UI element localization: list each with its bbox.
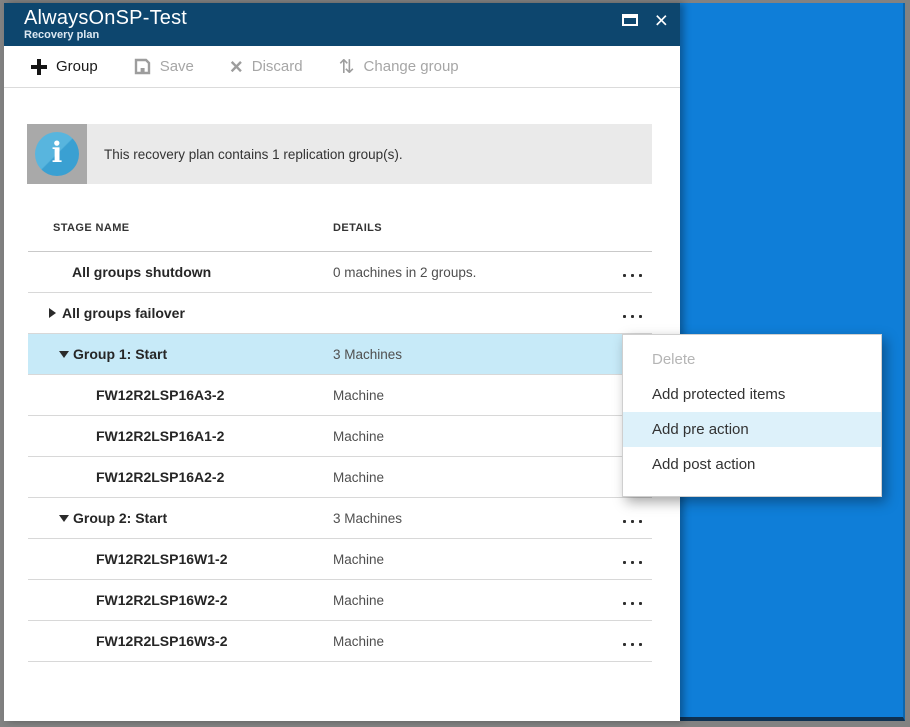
save-button-label: Save xyxy=(159,58,194,75)
menu-item-add-pre-action[interactable]: Add pre action xyxy=(623,412,881,447)
table-row-all-groups-failover[interactable]: All groups failover xyxy=(28,293,652,334)
group-button-label: Group xyxy=(56,58,98,75)
stage-name: All groups failover xyxy=(62,305,185,321)
blade-title-bar: AlwaysOnSP-Test Recovery plan × xyxy=(4,3,680,46)
info-banner-icon-box: i xyxy=(27,124,87,184)
table-row-machine[interactable]: FW12R2LSP16W1-2 Machine xyxy=(28,539,652,580)
machine-details: Machine xyxy=(333,470,385,485)
change-group-button[interactable]: ⇅ Change group xyxy=(338,55,459,78)
ellipsis-icon[interactable] xyxy=(621,598,644,609)
maximize-icon[interactable] xyxy=(621,14,638,26)
table-row-machine[interactable]: FW12R2LSP16A1-2 Machine xyxy=(28,416,652,457)
save-button[interactable]: Save xyxy=(134,58,194,75)
ellipsis-icon[interactable] xyxy=(621,557,644,568)
expander-expanded-icon[interactable] xyxy=(59,515,69,522)
machine-details: Machine xyxy=(333,388,385,403)
table-header-row: STAGE NAME DETAILS xyxy=(28,204,652,252)
ellipsis-icon[interactable] xyxy=(621,639,644,650)
save-icon xyxy=(134,58,150,75)
recovery-plan-screen: { "window": { "title": "AlwaysOnSP-Test"… xyxy=(0,0,910,727)
table-row-machine[interactable]: FW12R2LSP16W3-2 Machine xyxy=(28,621,652,662)
machine-details: Machine xyxy=(333,634,385,649)
ellipsis-icon[interactable] xyxy=(621,516,644,527)
discard-button-label: Discard xyxy=(251,58,303,75)
discard-icon: × xyxy=(229,53,243,79)
info-banner-message: This recovery plan contains 1 replicatio… xyxy=(87,124,652,184)
close-icon[interactable]: × xyxy=(655,9,668,32)
table-row-group-1-start[interactable]: Group 1: Start 3 Machines xyxy=(28,334,652,375)
stage-table: STAGE NAME DETAILS All groups shutdown 0… xyxy=(28,204,652,662)
change-group-icon: ⇅ xyxy=(338,55,355,78)
machine-details: Machine xyxy=(333,552,385,567)
stage-name: Group 1: Start xyxy=(73,346,168,362)
info-icon: i xyxy=(35,132,79,176)
row-context-menu: Delete Add protected items Add pre actio… xyxy=(622,334,882,497)
column-header-details: DETAILS xyxy=(333,222,383,234)
machine-name: FW12R2LSP16A3-2 xyxy=(96,387,225,403)
table-row-all-groups-shutdown[interactable]: All groups shutdown 0 machines in 2 grou… xyxy=(28,252,652,293)
table-row-machine[interactable]: FW12R2LSP16A2-2 Machine xyxy=(28,457,652,498)
table-row-machine[interactable]: FW12R2LSP16A3-2 Machine xyxy=(28,375,652,416)
ellipsis-icon[interactable] xyxy=(621,311,644,322)
machine-details: Machine xyxy=(333,429,385,444)
change-group-button-label: Change group xyxy=(363,58,459,75)
stage-details: 3 Machines xyxy=(333,347,403,362)
menu-item-add-protected-items[interactable]: Add protected items xyxy=(623,377,881,412)
expander-collapsed-icon[interactable] xyxy=(49,308,56,318)
stage-details: 0 machines in 2 groups. xyxy=(333,265,477,280)
info-banner: i This recovery plan contains 1 replicat… xyxy=(27,124,652,184)
table-row-machine[interactable]: FW12R2LSP16W2-2 Machine xyxy=(28,580,652,621)
stage-details: 3 Machines xyxy=(333,511,403,526)
machine-details: Machine xyxy=(333,593,385,608)
table-row-group-2-start[interactable]: Group 2: Start 3 Machines xyxy=(28,498,652,539)
machine-name: FW12R2LSP16W2-2 xyxy=(96,592,228,608)
page-title: AlwaysOnSP-Test xyxy=(24,7,188,29)
machine-name: FW12R2LSP16W3-2 xyxy=(96,633,228,649)
command-toolbar: Group Save × Discard ⇅ Change group xyxy=(4,46,680,88)
machine-name: FW12R2LSP16W1-2 xyxy=(96,551,228,567)
discard-button[interactable]: × Discard xyxy=(229,53,303,79)
machine-name: FW12R2LSP16A2-2 xyxy=(96,469,225,485)
stage-name: Group 2: Start xyxy=(73,510,168,526)
stage-name: All groups shutdown xyxy=(72,264,212,280)
group-button[interactable]: Group xyxy=(31,58,98,75)
menu-item-add-post-action[interactable]: Add post action xyxy=(623,447,881,482)
plus-icon xyxy=(31,58,47,75)
info-icon-glyph: i xyxy=(51,136,63,169)
ellipsis-icon[interactable] xyxy=(621,270,644,281)
menu-item-delete[interactable]: Delete xyxy=(623,342,881,377)
column-header-stage-name: STAGE NAME xyxy=(53,222,130,234)
window-controls: × xyxy=(621,9,668,32)
expander-expanded-icon[interactable] xyxy=(59,351,69,358)
recovery-plan-blade: AlwaysOnSP-Test Recovery plan × Group Sa… xyxy=(4,3,680,721)
machine-name: FW12R2LSP16A1-2 xyxy=(96,428,225,444)
page-subtitle: Recovery plan xyxy=(24,29,100,41)
